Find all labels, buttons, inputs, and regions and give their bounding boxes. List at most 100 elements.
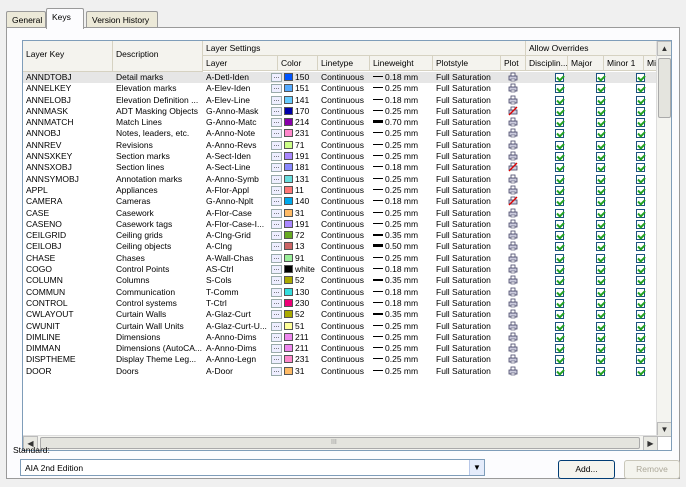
plotstyle-cell[interactable]: Full Saturation [433,275,501,286]
lineweight-cell[interactable]: 0.25 mm [370,343,433,354]
override-minor1-checkbox[interactable] [636,332,645,342]
table-row[interactable]: DOOR Doors A-Door... 31 Continuous 0.25 mm Ful… [23,366,657,377]
override-major-checkbox[interactable] [596,118,605,128]
override-disciplin-checkbox[interactable] [555,152,564,162]
override-minor1-checkbox[interactable] [636,355,645,365]
override-minor1-checkbox[interactable] [636,106,645,116]
override-disciplin-checkbox[interactable] [555,355,564,365]
table-row[interactable]: ANNREV Revisions A-Anno-Revs... 71 Continuou… [23,140,657,151]
override-disciplin-checkbox[interactable] [555,276,564,286]
lineweight-cell[interactable]: 0.18 mm [370,72,433,83]
plotstyle-cell[interactable]: Full Saturation [433,366,501,377]
plotstyle-cell[interactable]: Full Saturation [433,264,501,275]
lineweight-cell[interactable]: 0.25 mm [370,83,433,94]
standard-select[interactable]: AIA 2nd Edition ▼ [20,459,485,476]
linetype-cell[interactable]: Continuous [318,219,370,230]
override-minor1-checkbox[interactable] [636,242,645,252]
linetype-cell[interactable]: Continuous [318,106,370,117]
override-minor1-checkbox[interactable] [636,84,645,94]
lineweight-cell[interactable]: 0.18 mm [370,196,433,207]
vertical-scroll-thumb[interactable] [658,58,671,118]
override-disciplin-checkbox[interactable] [555,287,564,297]
col-header-description[interactable]: Description [113,41,203,72]
tab-keys[interactable]: Keys [46,8,84,29]
override-minor1-checkbox[interactable] [636,185,645,195]
linetype-cell[interactable]: Continuous [318,354,370,365]
override-major-checkbox[interactable] [596,310,605,320]
table-row[interactable]: ANNDTOBJ Detail marks A-Detl-Iden... 150 Con… [23,72,657,84]
override-disciplin-checkbox[interactable] [555,95,564,105]
lineweight-cell[interactable]: 0.18 mm [370,298,433,309]
table-row[interactable]: ANNELOBJ Elevation Definition ... A-Elev-L… [23,95,657,106]
override-disciplin-checkbox[interactable] [555,265,564,275]
lineweight-cell[interactable]: 0.25 mm [370,366,433,377]
linetype-cell[interactable]: Continuous [318,275,370,286]
plotstyle-cell[interactable]: Full Saturation [433,95,501,106]
table-row[interactable]: CASENO Casework tags A-Flor-Case-I...... 19… [23,219,657,230]
plotstyle-cell[interactable]: Full Saturation [433,219,501,230]
override-disciplin-checkbox[interactable] [555,298,564,308]
linetype-cell[interactable]: Continuous [318,185,370,196]
scroll-up-button[interactable]: ▲ [657,41,671,56]
lineweight-cell[interactable]: 0.18 mm [370,95,433,106]
table-row[interactable]: CWUNIT Curtain Wall Units A-Glaz-Curt-U...… [23,321,657,332]
override-disciplin-checkbox[interactable] [555,163,564,173]
horizontal-scroll-thumb[interactable]: III [40,437,640,449]
col-header-disciplin[interactable]: Disciplin... [526,56,568,71]
lineweight-cell[interactable]: 0.18 mm [370,162,433,173]
color-cell[interactable]: 72 [281,230,318,241]
linetype-cell[interactable]: Continuous [318,151,370,162]
lineweight-cell[interactable]: 0.35 mm [370,230,433,241]
override-major-checkbox[interactable] [596,140,605,150]
linetype-cell[interactable]: Continuous [318,128,370,139]
linetype-cell[interactable]: Continuous [318,230,370,241]
override-disciplin-checkbox[interactable] [555,106,564,116]
override-minor1-checkbox[interactable] [636,344,645,354]
plotstyle-cell[interactable]: Full Saturation [433,208,501,219]
color-cell[interactable]: 150 [281,72,318,83]
table-row[interactable]: ANNSXKEY Section marks A-Sect-Iden... 191 Co… [23,151,657,162]
linetype-cell[interactable]: Continuous [318,264,370,275]
override-major-checkbox[interactable] [596,208,605,218]
table-row[interactable]: ANNELKEY Elevation marks A-Elev-Iden... 151… [23,83,657,94]
override-disciplin-checkbox[interactable] [555,253,564,263]
table-row[interactable]: ANNMASK ADT Masking Objects G-Anno-Mask...… [23,106,657,117]
plotstyle-cell[interactable]: Full Saturation [433,140,501,151]
override-major-checkbox[interactable] [596,344,605,354]
plotstyle-cell[interactable]: Full Saturation [433,253,501,264]
linetype-cell[interactable]: Continuous [318,174,370,185]
override-major-checkbox[interactable] [596,321,605,331]
override-major-checkbox[interactable] [596,231,605,241]
color-cell[interactable]: 141 [281,95,318,106]
plotstyle-cell[interactable]: Full Saturation [433,174,501,185]
col-header-plot[interactable]: Plot [501,56,526,71]
lineweight-cell[interactable]: 0.25 mm [370,332,433,343]
linetype-cell[interactable]: Continuous [318,309,370,320]
table-row[interactable]: CONTROL Control systems T-Ctrl... 230 Contin… [23,298,657,309]
color-cell[interactable]: 231 [281,128,318,139]
lineweight-cell[interactable]: 0.35 mm [370,275,433,286]
lineweight-cell[interactable]: 0.25 mm [370,354,433,365]
plotstyle-cell[interactable]: Full Saturation [433,185,501,196]
color-cell[interactable]: 31 [281,208,318,219]
linetype-cell[interactable]: Continuous [318,287,370,298]
override-minor1-checkbox[interactable] [636,253,645,263]
lineweight-cell[interactable]: 0.18 mm [370,287,433,298]
override-major-checkbox[interactable] [596,106,605,116]
override-disciplin-checkbox[interactable] [555,332,564,342]
override-minor1-checkbox[interactable] [636,231,645,241]
lineweight-cell[interactable]: 0.25 mm [370,128,433,139]
linetype-cell[interactable]: Continuous [318,117,370,128]
color-cell[interactable]: 211 [281,343,318,354]
override-major-checkbox[interactable] [596,129,605,139]
override-major-checkbox[interactable] [596,276,605,286]
lineweight-cell[interactable]: 0.25 mm [370,174,433,185]
override-minor1-checkbox[interactable] [636,197,645,207]
override-minor1-checkbox[interactable] [636,208,645,218]
linetype-cell[interactable]: Continuous [318,366,370,377]
color-cell[interactable]: 51 [281,321,318,332]
override-major-checkbox[interactable] [596,265,605,275]
override-disciplin-checkbox[interactable] [555,118,564,128]
override-minor1-checkbox[interactable] [636,118,645,128]
chevron-down-icon[interactable]: ▼ [469,460,484,475]
